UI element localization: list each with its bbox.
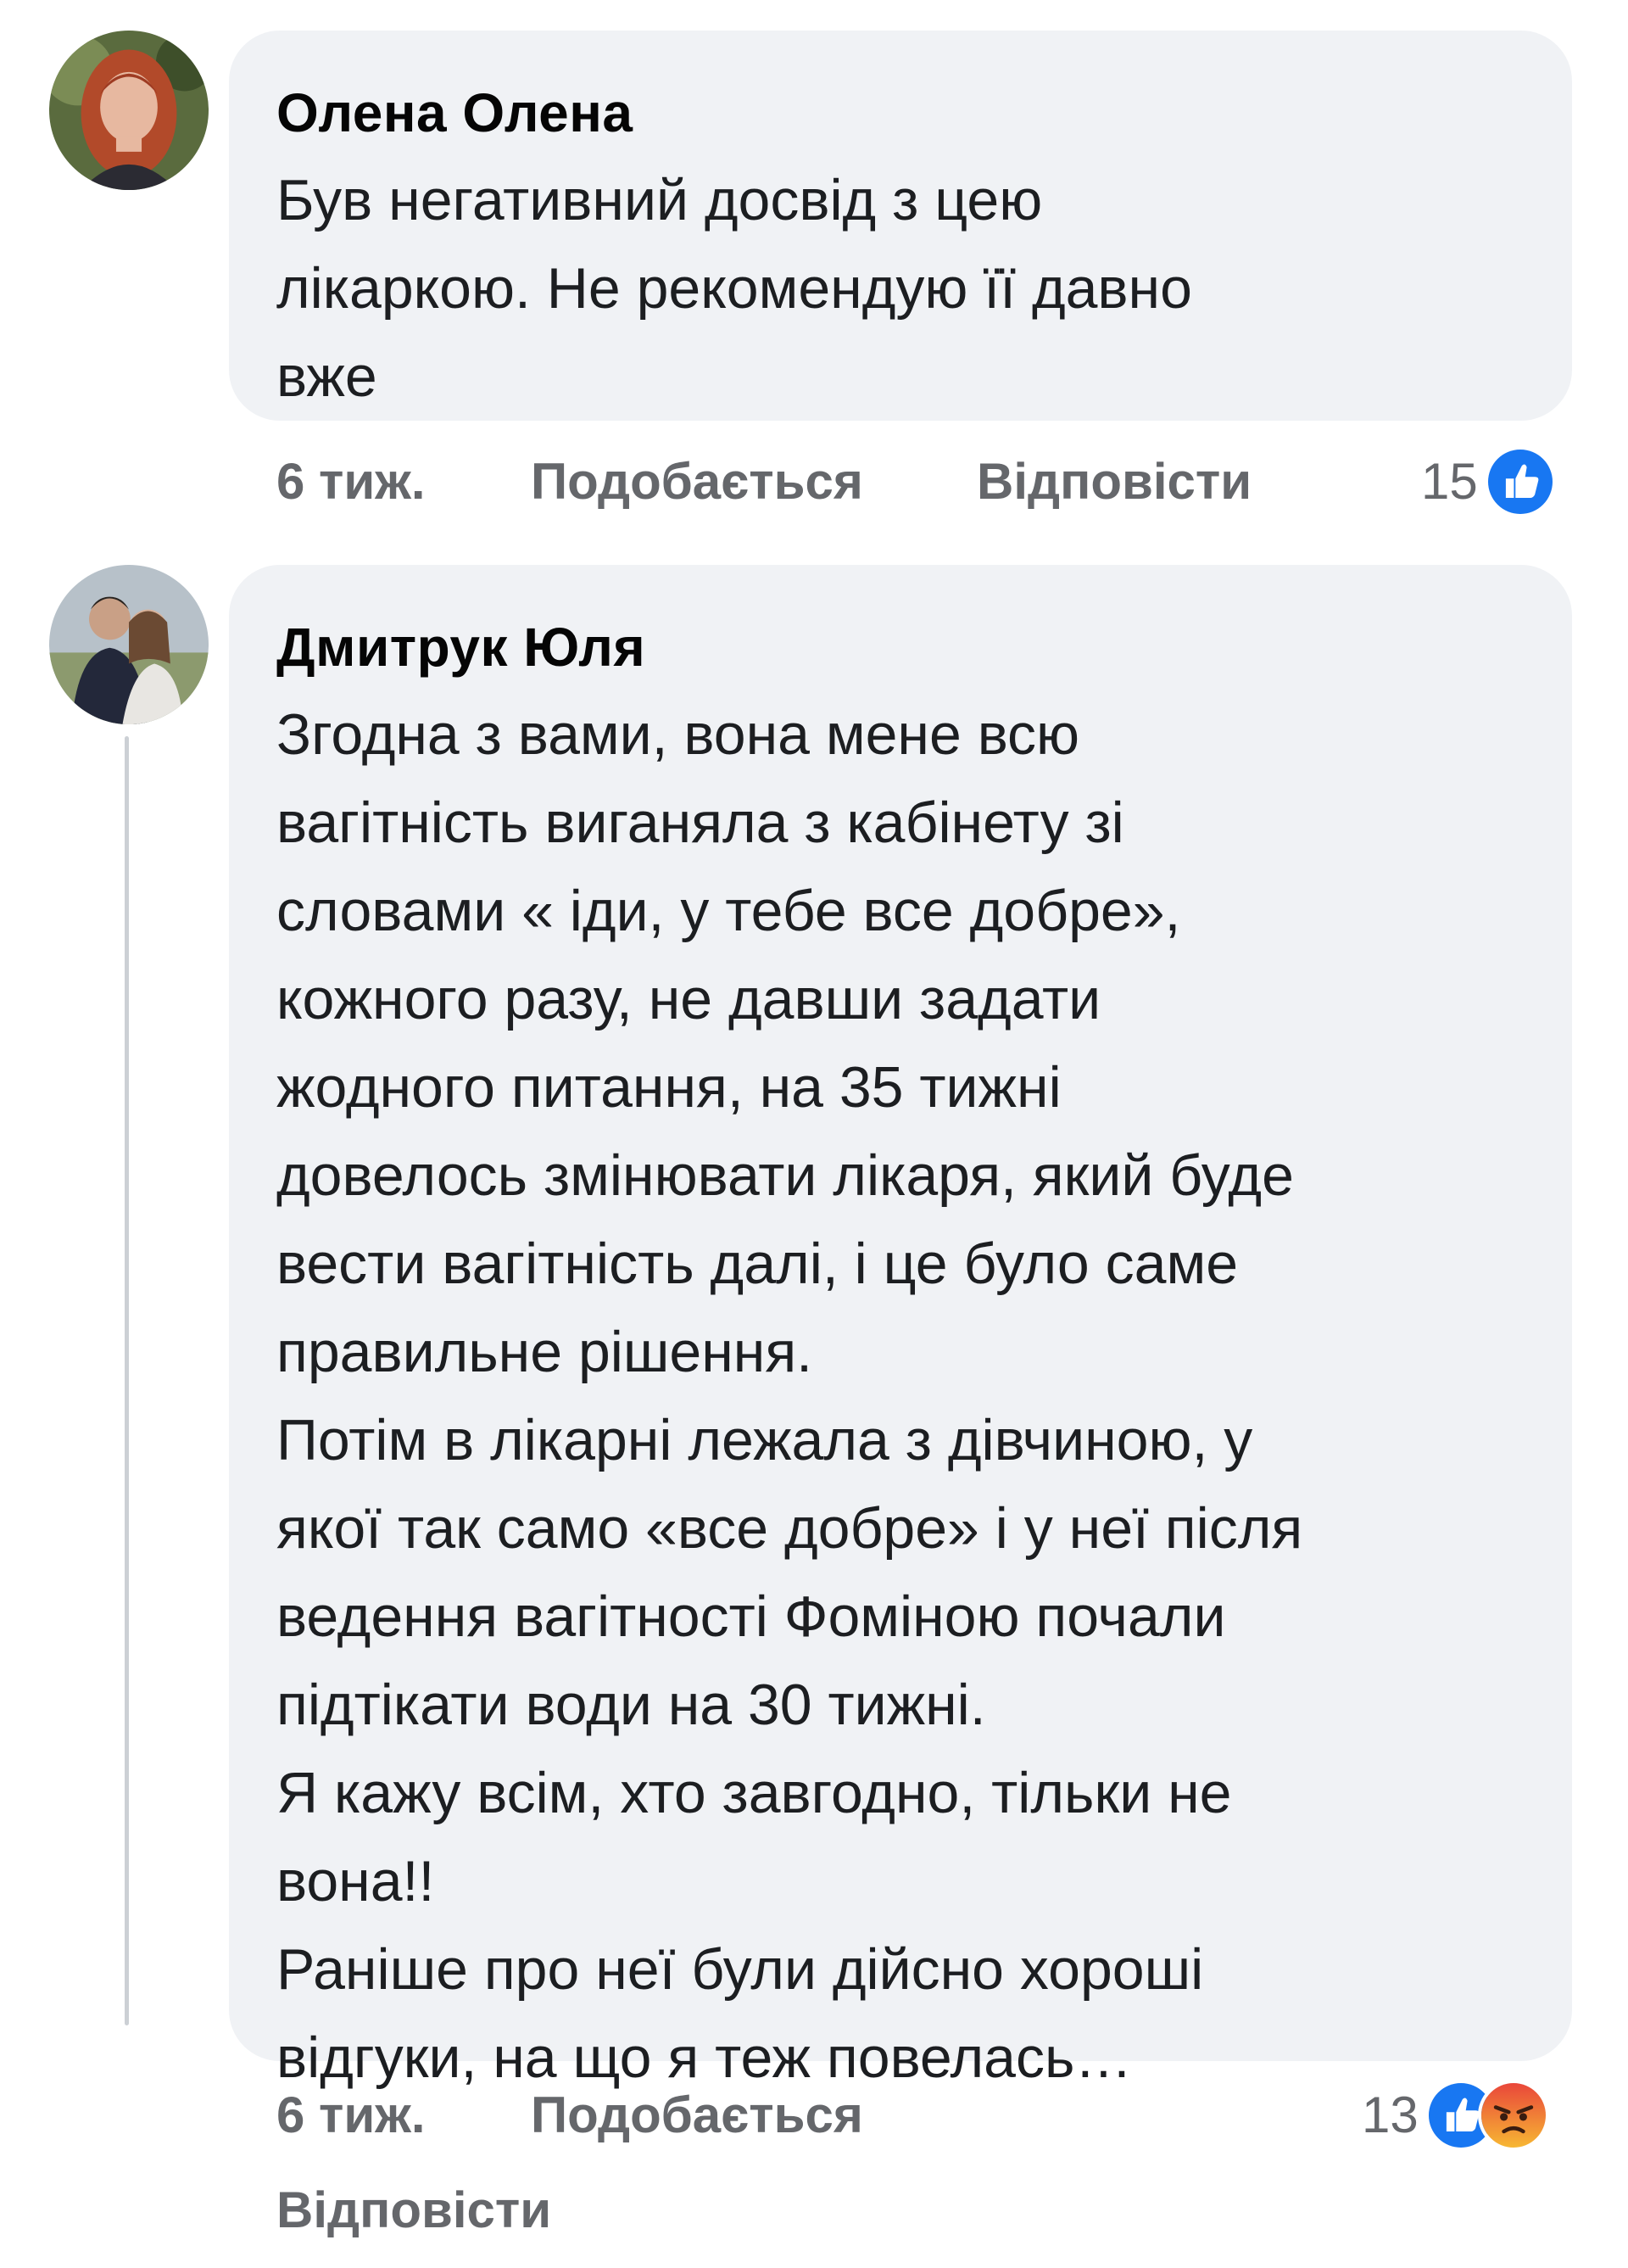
comment-text: Був негативний досвід з цею лікаркою. Не… — [276, 168, 1192, 409]
like-button[interactable]: Подобається — [531, 448, 863, 516]
avatar[interactable] — [49, 31, 209, 190]
comment-time-link[interactable]: 6 тиж. — [276, 2081, 426, 2149]
avatar[interactable] — [49, 565, 209, 724]
reaction-summary[interactable]: 15 — [1421, 446, 1556, 517]
reply-button[interactable]: Відповісти — [276, 2176, 551, 2244]
comment-author[interactable]: Дмитрук Юля — [276, 616, 1525, 679]
reply-button[interactable]: Відповісти — [977, 448, 1252, 516]
comment-time-link[interactable]: 6 тиж. — [276, 448, 426, 516]
reply-thread-line — [125, 736, 129, 2025]
reaction-count: 13 — [1362, 2086, 1419, 2143]
angry-icon — [1477, 2080, 1549, 2151]
comment-text: Згодна з вами, вона мене всю вагітність … — [276, 702, 1303, 2090]
reaction-count: 15 — [1421, 453, 1478, 510]
comment-bubble: Дмитрук Юля Згодна з вами, вона мене всю… — [229, 565, 1572, 2090]
like-icon — [1484, 446, 1556, 517]
comment-author[interactable]: Олена Олена — [276, 81, 1525, 144]
reaction-summary[interactable]: 13 — [1362, 2080, 1549, 2151]
like-button[interactable]: Подобається — [531, 2081, 863, 2149]
comment-bubble: Олена Олена Був негативний досвід з цею … — [229, 31, 1572, 421]
